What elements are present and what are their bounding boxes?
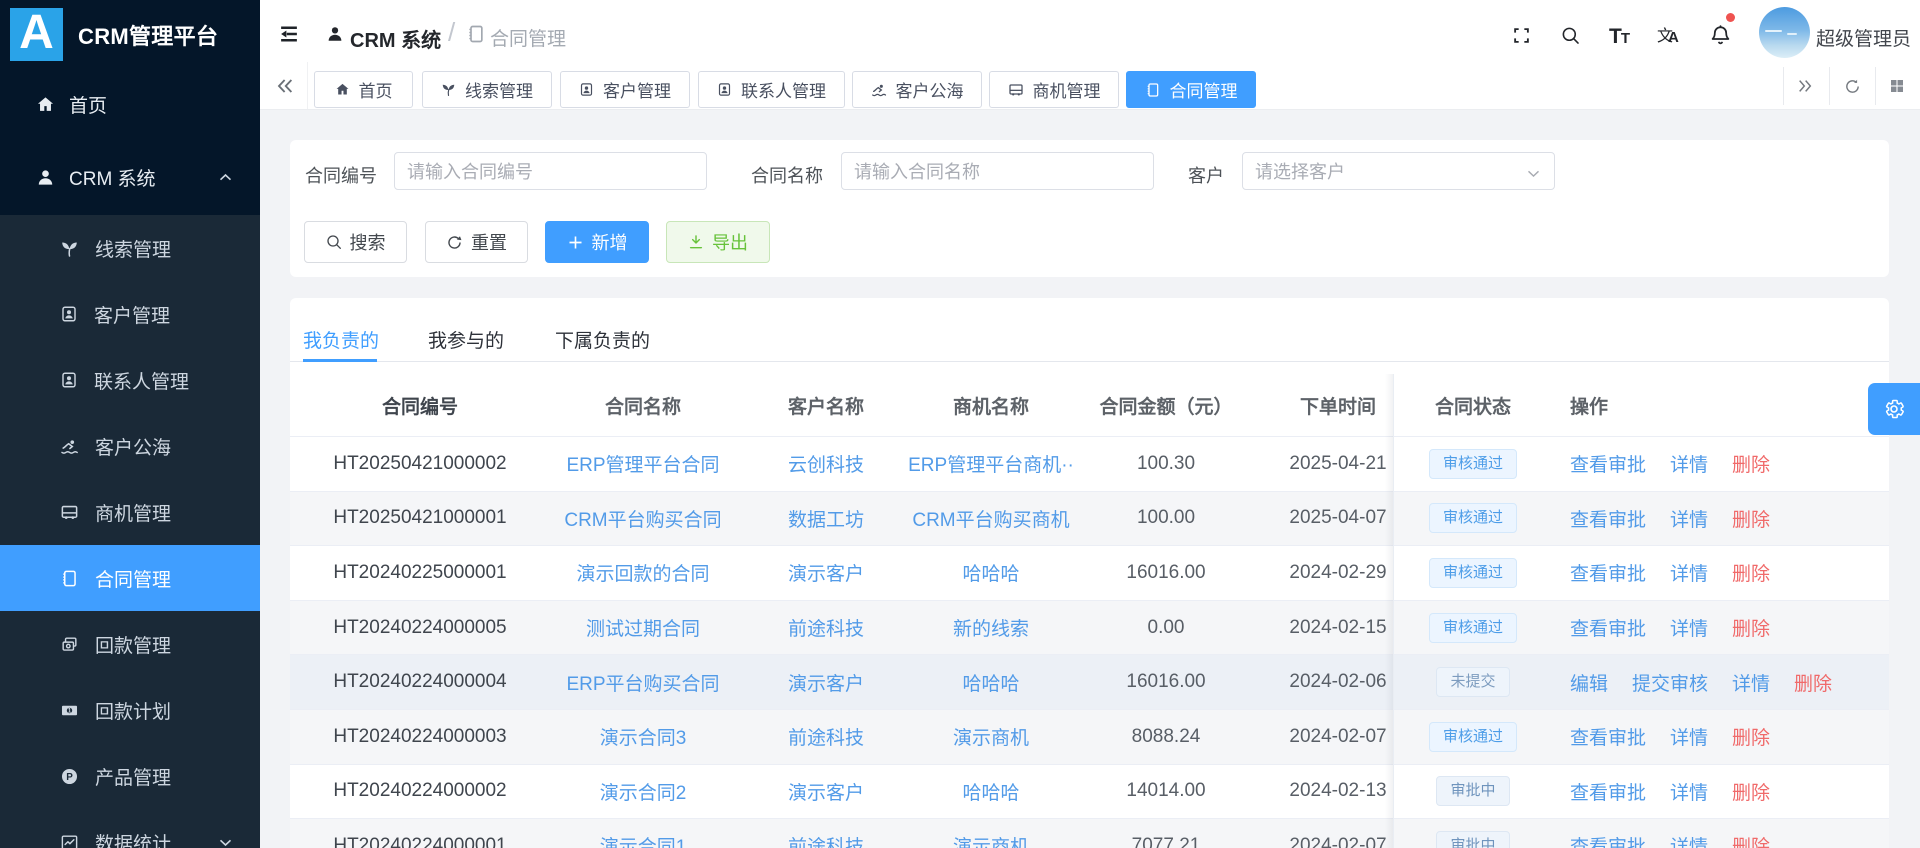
svg-text:P: P: [66, 771, 73, 782]
